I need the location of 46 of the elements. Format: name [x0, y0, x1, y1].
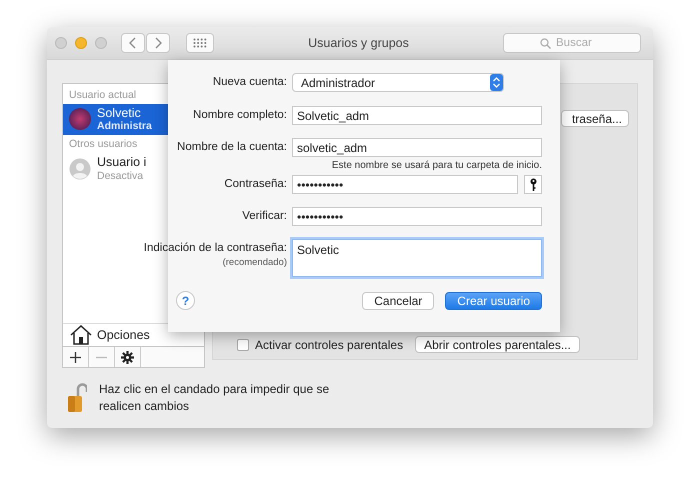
- section-heading: Usuario actual: [69, 89, 136, 101]
- forward-button[interactable]: [146, 33, 170, 53]
- user-role: Desactiva: [97, 170, 144, 182]
- padlock-icon: [67, 382, 87, 413]
- field-label: Verificar:: [242, 210, 287, 222]
- dialog-button[interactable]: Cancelar: [362, 292, 434, 310]
- person-icon: [69, 158, 91, 180]
- input-field[interactable]: solvetic_adm: [292, 138, 542, 157]
- gear-icon: [121, 350, 134, 364]
- search-field[interactable]: Buscar: [503, 33, 641, 53]
- account-type-dropdown[interactable]: Administrador: [292, 73, 504, 92]
- parental-controls-button[interactable]: Abrir controles parentales...: [415, 336, 580, 353]
- hint-field[interactable]: Solvetic: [292, 239, 542, 277]
- show-all-button[interactable]: [186, 33, 214, 53]
- chevron-left-icon: [129, 37, 137, 49]
- grid-icon: [193, 38, 207, 48]
- input-field[interactable]: •••••••••••: [292, 207, 542, 226]
- section-heading: Otros usuarios: [69, 138, 138, 150]
- password-assistant-button[interactable]: [524, 175, 542, 194]
- back-button[interactable]: [121, 33, 145, 53]
- user-name: Solvetic: [97, 106, 142, 120]
- user-name: Usuario i: [97, 155, 146, 170]
- password-button[interactable]: traseña...: [560, 110, 629, 127]
- stepper-icon: [490, 74, 503, 91]
- field-label: Nueva cuenta:: [212, 76, 287, 88]
- key-icon: [530, 178, 536, 191]
- field-label: Contraseña:: [224, 178, 287, 190]
- house-icon: [70, 325, 92, 345]
- chevron-right-icon: [154, 37, 162, 49]
- input-field[interactable]: Solvetic_adm: [292, 106, 542, 125]
- user-role: Administra: [97, 120, 152, 132]
- lock-message: Haz clic en el candado para impedir que se realicen cambios: [99, 381, 330, 415]
- field-label: Nombre de la cuenta:: [177, 141, 287, 153]
- field-note: (recomendado): [222, 257, 287, 268]
- minimize-button[interactable]: [75, 37, 87, 49]
- checkbox[interactable]: [237, 338, 249, 350]
- field-label: Indicación de la contraseña:: [144, 242, 287, 254]
- help-button[interactable]: ?: [176, 291, 195, 310]
- checkbox-label[interactable]: Activar controles parentales: [255, 338, 404, 352]
- window-title: Usuarios y grupos: [307, 36, 410, 50]
- password-field[interactable]: •••••••••••: [292, 175, 518, 194]
- field-hint: Este nombre se usará para tu carpeta de inicio.: [332, 160, 542, 171]
- search-icon: [540, 38, 551, 49]
- avatar-picture: [69, 108, 91, 130]
- plus-icon: [70, 352, 81, 362]
- options-label[interactable]: Opciones: [97, 328, 150, 342]
